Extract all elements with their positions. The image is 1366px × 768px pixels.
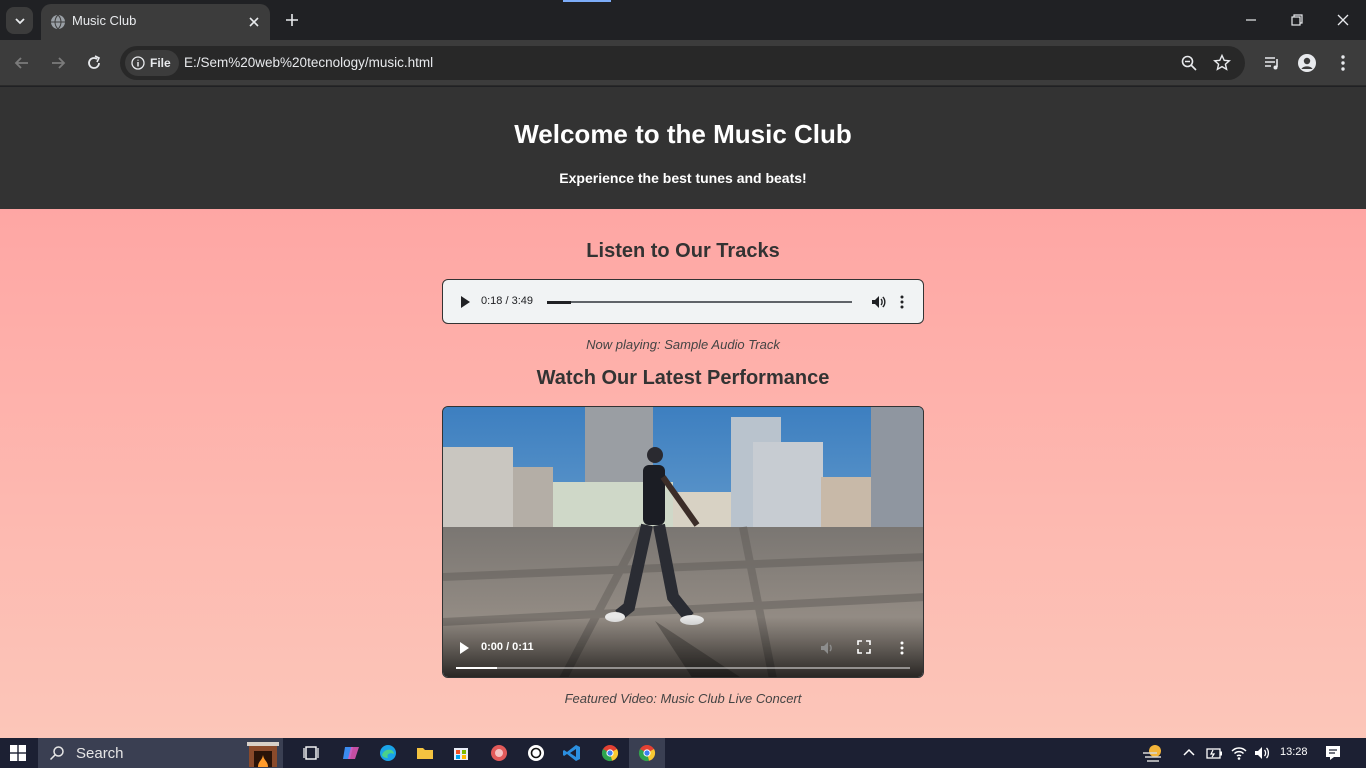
video-more-icon[interactable] <box>899 640 905 656</box>
media-control-icon[interactable] <box>1262 53 1282 73</box>
zoom-icon[interactable] <box>1180 54 1198 72</box>
tab-search-button[interactable] <box>6 7 33 34</box>
taskbar: Search 13:28 <box>0 738 1366 768</box>
plus-icon[interactable] <box>283 11 301 29</box>
browser-toolbar: File E:/Sem%20web%20tecnology/music.html <box>0 40 1366 86</box>
vscode-icon[interactable] <box>562 743 582 763</box>
audio-time: 0:18 / 3:49 <box>481 295 533 307</box>
windows-start-icon[interactable] <box>10 745 26 761</box>
chip-label: File <box>150 56 171 70</box>
page-header: Welcome to the Music Club Experience the… <box>0 87 1366 209</box>
clock: 13:28 <box>1280 746 1308 758</box>
window-close-icon[interactable] <box>1333 10 1353 30</box>
video-time: 0:00 / 0:11 <box>481 641 534 653</box>
page-content: Welcome to the Music Club Experience the… <box>0 87 1366 738</box>
edge-icon[interactable] <box>378 743 398 763</box>
play-icon[interactable] <box>459 295 471 309</box>
accent-line <box>563 0 611 2</box>
now-playing-caption: Now playing: Sample Audio Track <box>586 337 780 352</box>
chrome-active-icon[interactable] <box>637 743 657 763</box>
profile-icon[interactable] <box>1297 53 1317 73</box>
minimize-icon[interactable] <box>1241 10 1261 30</box>
taskbar-search[interactable]: Search <box>38 738 283 768</box>
reload-icon[interactable] <box>84 53 104 73</box>
fireplace-icon <box>247 742 279 767</box>
tab-strip: Music Club <box>0 0 1366 40</box>
tab-title: Music Club <box>72 13 137 28</box>
search-icon <box>49 746 64 761</box>
file-explorer-icon[interactable] <box>415 743 435 763</box>
speaker-icon[interactable] <box>1252 743 1272 763</box>
app-icon-red[interactable] <box>489 743 509 763</box>
fullscreen-icon[interactable] <box>857 640 871 654</box>
restore-icon[interactable] <box>1287 10 1307 30</box>
task-view-icon[interactable] <box>302 743 322 763</box>
weather-icon[interactable] <box>1141 743 1165 763</box>
volume-icon[interactable] <box>870 294 886 310</box>
copilot-icon[interactable] <box>341 743 361 763</box>
address-bar[interactable]: File E:/Sem%20web%20tecnology/music.html <box>120 46 1245 80</box>
audio-progress <box>547 300 572 304</box>
notification-icon[interactable] <box>1323 743 1343 763</box>
info-icon <box>131 56 145 70</box>
battery-icon[interactable] <box>1204 743 1224 763</box>
video-play-icon[interactable] <box>458 641 470 655</box>
audio-more-icon[interactable] <box>899 294 905 310</box>
star-icon[interactable] <box>1213 54 1231 72</box>
search-placeholder: Search <box>76 745 124 762</box>
close-icon[interactable] <box>246 14 262 30</box>
kebab-menu-icon[interactable] <box>1333 53 1353 73</box>
audio-player[interactable]: 0:18 / 3:49 <box>442 279 924 324</box>
store-icon[interactable] <box>451 743 471 763</box>
video-progress <box>456 667 497 669</box>
chrome-icon[interactable] <box>600 743 620 763</box>
chevron-down-icon <box>14 17 25 24</box>
url-text[interactable]: E:/Sem%20web%20tecnology/music.html <box>184 55 433 70</box>
chevron-up-icon[interactable] <box>1180 743 1198 763</box>
video-controls: 0:00 / 0:11 <box>443 617 923 677</box>
page-title: Welcome to the Music Club <box>514 119 852 149</box>
page-subtitle: Experience the best tunes and beats! <box>559 170 807 186</box>
audio-section-title: Listen to Our Tracks <box>586 240 780 262</box>
wifi-icon[interactable] <box>1229 743 1249 763</box>
video-player[interactable]: 0:00 / 0:11 <box>442 406 924 678</box>
site-info-chip[interactable]: File <box>125 50 179 76</box>
video-seek-bar[interactable] <box>456 667 910 669</box>
video-caption: Featured Video: Music Club Live Concert <box>564 691 802 706</box>
globe-icon <box>51 14 65 30</box>
chatgpt-icon[interactable] <box>526 743 546 763</box>
video-section-title: Watch Our Latest Performance <box>536 367 830 389</box>
audio-seek-bar[interactable] <box>547 300 852 304</box>
tab-music-club[interactable]: Music Club <box>41 4 270 40</box>
arrow-right-icon[interactable] <box>48 53 68 73</box>
arrow-left-icon[interactable] <box>12 53 32 73</box>
video-mute-icon[interactable] <box>819 640 835 656</box>
